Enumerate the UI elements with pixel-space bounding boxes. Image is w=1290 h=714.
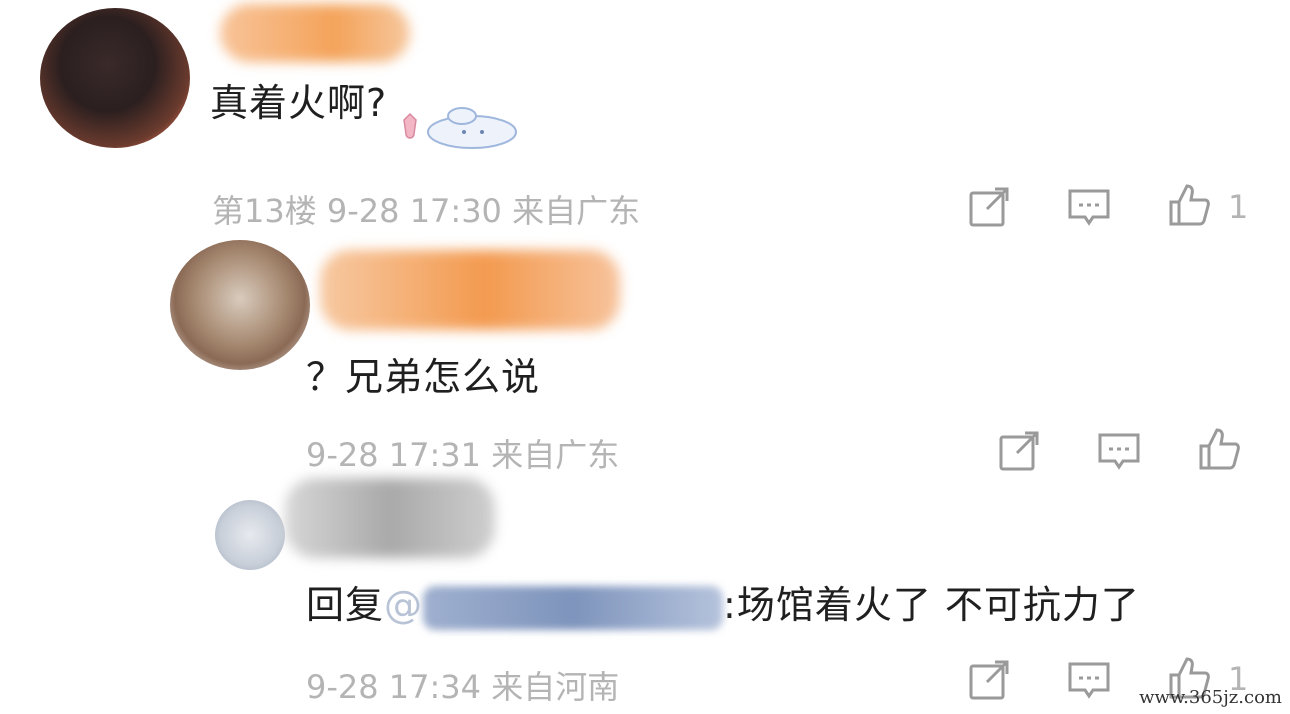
share-button[interactable]	[995, 427, 1043, 475]
comment-icon	[1068, 189, 1110, 226]
reply-body: :场馆着火了 不可抗力了	[723, 583, 1140, 627]
reply-target-redacted[interactable]	[423, 585, 724, 630]
comment-button[interactable]	[1065, 656, 1113, 704]
like-button[interactable]	[1165, 180, 1213, 228]
comment-text: 回复@ :场馆着火了 不可抗力了	[306, 574, 1140, 630]
username-redacted	[220, 4, 410, 62]
comment-text: 真着火啊?	[210, 81, 388, 125]
reply-at: @	[384, 583, 424, 627]
comment-button[interactable]	[1065, 183, 1113, 231]
avatar-redacted[interactable]	[40, 8, 190, 148]
avatar-redacted[interactable]	[170, 240, 310, 370]
comment-button[interactable]	[1095, 427, 1143, 475]
comment-icon	[1098, 433, 1140, 470]
share-button[interactable]	[965, 656, 1013, 704]
sticker-icon	[392, 102, 522, 152]
watermark: www.365jz.com	[1139, 687, 1282, 708]
comment-meta: 第13楼 9-28 17:30 来自广东	[212, 192, 641, 230]
thumbs-up-icon	[1199, 428, 1240, 470]
like-button[interactable]	[1195, 424, 1243, 472]
share-icon	[969, 660, 1009, 700]
username-redacted	[320, 250, 620, 330]
share-button[interactable]	[965, 183, 1013, 231]
comment-text: ？兄弟怎么说	[306, 355, 541, 399]
share-icon	[999, 431, 1039, 471]
username-redacted	[285, 478, 495, 558]
comment-icon	[1068, 662, 1110, 699]
comment-meta: 9-28 17:34 来自河南	[306, 668, 620, 706]
like-count: 1	[1228, 188, 1249, 226]
thumbs-up-icon	[1169, 184, 1210, 226]
comment-meta: 9-28 17:31 来自广东	[306, 436, 620, 474]
avatar-redacted[interactable]	[215, 500, 285, 570]
reply-prefix: 回复	[306, 583, 385, 627]
share-icon	[969, 187, 1009, 227]
